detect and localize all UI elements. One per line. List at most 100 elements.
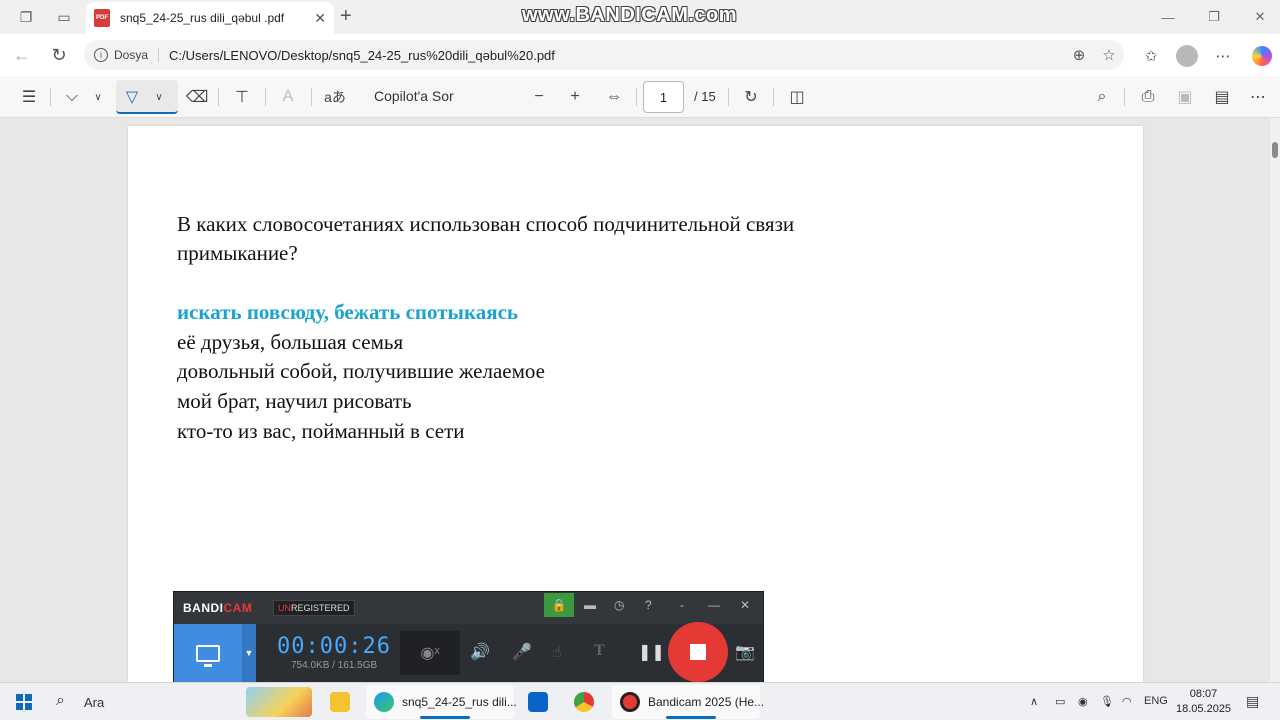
workspaces-icon[interactable]: ❐ xyxy=(10,0,42,34)
scrollbar-thumb[interactable] xyxy=(1272,142,1278,158)
taskbar-clock[interactable]: 08:07 18.05.2025 xyxy=(1176,687,1231,717)
new-tab-icon[interactable]: + xyxy=(340,5,352,28)
widgets-icon[interactable] xyxy=(246,687,312,717)
highlight-icon[interactable]: ⌵ xyxy=(60,84,84,110)
taskbar-app-edge[interactable]: snq5_24-25_rus dili... xyxy=(374,689,517,715)
tray-app-icon[interactable]: ▭ xyxy=(1055,695,1065,708)
pdf-file-icon: PDF xyxy=(94,9,110,27)
profile-avatar[interactable] xyxy=(1175,44,1199,68)
answer-option: искать повсюду, бежать спотыкаясь xyxy=(177,300,519,324)
microphone-icon[interactable]: 🎤 xyxy=(512,642,532,662)
page-view-icon[interactable]: ◫ xyxy=(785,84,809,110)
draw-icon[interactable]: ▽ xyxy=(120,84,144,110)
chevron-down-icon[interactable]: ∨ xyxy=(151,84,167,110)
page-total: / 15 xyxy=(694,89,716,104)
option-3: довольный собой, получившие желаемое xyxy=(177,359,545,383)
webcam-icon[interactable]: ◉ˣ xyxy=(400,631,460,675)
rotate-icon[interactable]: ↻ xyxy=(739,84,763,110)
fit-page-icon[interactable]: ⇔ xyxy=(602,84,626,110)
copilot-ask-button[interactable]: Copilot'a Sor xyxy=(374,88,454,104)
clock-time: 08:07 xyxy=(1189,688,1218,700)
folder-icon[interactable]: ▬ xyxy=(584,598,596,612)
recording-size: 754.0KB / 161.5GB xyxy=(291,660,378,671)
read-aloud-icon[interactable]: aあ xyxy=(322,84,348,110)
window-close-icon[interactable]: ✕ xyxy=(1237,0,1280,34)
option-5: кто-то из вас, пойманный в сети xyxy=(177,419,465,443)
taskbar-search-label[interactable]: Ara xyxy=(84,695,104,710)
copilot-icon[interactable] xyxy=(1250,44,1274,68)
tab-actions-icon[interactable]: ▭ xyxy=(48,0,80,34)
bandicam-header: BANDICAM UNREGISTERED 🔒 ▬ ◷ ? - — ✕ xyxy=(174,592,763,624)
info-icon[interactable]: i xyxy=(94,48,108,62)
minimize-icon[interactable]: — xyxy=(708,598,720,612)
chrome-logo-icon xyxy=(574,692,594,712)
divider xyxy=(728,88,729,106)
mini-mode-icon[interactable]: - xyxy=(680,598,684,612)
divider xyxy=(265,88,266,106)
bandicam-recorder: BANDICAM UNREGISTERED 🔒 ▬ ◷ ? - — ✕ ▼ 00… xyxy=(173,591,764,683)
microphone-tray-icon[interactable]: 🎙 xyxy=(1100,695,1114,708)
maximize-icon[interactable]: ❐ xyxy=(1191,0,1237,34)
refresh-icon[interactable]: ↻ xyxy=(47,43,71,67)
timer-icon[interactable]: ◷ xyxy=(614,598,624,612)
outlook-icon[interactable] xyxy=(528,689,556,715)
help-icon[interactable]: ? xyxy=(645,598,652,612)
screenshot-camera-icon[interactable]: 📷 xyxy=(735,642,755,662)
save-icon[interactable]: ▣ xyxy=(1173,84,1197,110)
text-size-icon[interactable]: A xyxy=(276,84,300,110)
more-icon[interactable]: ⋯ xyxy=(1211,44,1235,68)
text-box-icon[interactable]: ⊤ xyxy=(230,84,254,110)
chevron-down-icon[interactable]: ▼ xyxy=(242,624,256,682)
more-icon[interactable]: ⋯ xyxy=(1246,84,1270,110)
divider xyxy=(50,88,51,106)
url-text[interactable]: C:/Users/LENOVO/Desktop/snq5_24-25_rus%2… xyxy=(169,48,1064,63)
zoom-icon[interactable]: ⊕ xyxy=(1064,46,1094,64)
taskbar-app-label: Bandicam 2025 (He... xyxy=(648,695,765,709)
close-icon[interactable]: ✕ xyxy=(740,598,750,612)
tab-pdf[interactable]: PDF snq5_24-25_rus dili_qəbul .pdf ✕ xyxy=(86,2,334,34)
favorite-star-icon[interactable]: ☆ xyxy=(1094,46,1124,64)
contents-icon[interactable]: ☰ xyxy=(16,84,42,110)
speaker-icon[interactable]: 🔊 xyxy=(470,642,490,662)
divider xyxy=(636,88,637,106)
close-icon[interactable]: ✕ xyxy=(314,10,326,27)
page-number-input[interactable]: 1 xyxy=(643,81,684,113)
chrome-icon[interactable] xyxy=(574,689,602,715)
stop-record-button[interactable] xyxy=(668,622,728,682)
file-explorer-icon[interactable] xyxy=(330,689,358,715)
pause-icon[interactable]: ❚❚ xyxy=(638,642,665,662)
active-indicator xyxy=(420,716,470,719)
favorites-icon[interactable]: ✩ xyxy=(1139,44,1163,68)
pdf-toolbar: ☰ ⌵ ∨ ▽ ∨ ⌫ ⊤ A aあ Copilot'a Sor − + ⇔ 1… xyxy=(0,76,1280,118)
edge-icon xyxy=(374,692,394,712)
zoom-out-icon[interactable]: − xyxy=(528,84,550,110)
lock-icon[interactable]: 🔒 xyxy=(544,593,574,617)
stop-icon xyxy=(690,644,706,660)
eraser-icon[interactable]: ⌫ xyxy=(185,84,209,110)
taskbar-app-bandicam[interactable]: Bandicam 2025 (He... xyxy=(620,689,764,715)
windows-start-icon[interactable] xyxy=(16,694,32,710)
back-icon[interactable]: ← xyxy=(10,43,34,67)
address-label: Dosya xyxy=(114,48,160,62)
search-icon[interactable]: ⌕ xyxy=(1090,84,1114,110)
scrollbar[interactable] xyxy=(1270,118,1280,682)
question-line-1: В каких словосочетаниях использован спос… xyxy=(177,212,795,236)
unregistered-badge[interactable]: UNREGISTERED xyxy=(273,600,355,616)
save-as-icon[interactable]: ▤ xyxy=(1210,84,1234,110)
print-icon[interactable]: ⎙ xyxy=(1136,84,1160,110)
screen-mode-button[interactable] xyxy=(174,624,242,682)
mouse-click-icon[interactable]: ☝ xyxy=(552,642,562,662)
wifi-icon[interactable]: ◠ xyxy=(1122,695,1132,708)
search-icon[interactable]: ⌕ xyxy=(56,692,65,710)
zoom-in-icon[interactable]: + xyxy=(564,84,586,110)
divider xyxy=(1124,88,1125,106)
url-field[interactable]: i Dosya C:/Users/LENOVO/Desktop/snq5_24-… xyxy=(84,40,1124,70)
chevron-down-icon[interactable]: ∨ xyxy=(90,84,106,110)
notification-icon[interactable]: ▤ xyxy=(1246,693,1259,710)
language-indicator[interactable]: ENG xyxy=(1144,695,1168,707)
text-overlay-icon[interactable]: T xyxy=(594,642,605,660)
option-2: её друзья, большая семья xyxy=(177,330,404,354)
minimize-icon[interactable]: — xyxy=(1145,0,1191,34)
chevron-up-icon[interactable]: ∧ xyxy=(1030,695,1038,708)
camera-tray-icon[interactable]: ◉ xyxy=(1078,695,1088,708)
